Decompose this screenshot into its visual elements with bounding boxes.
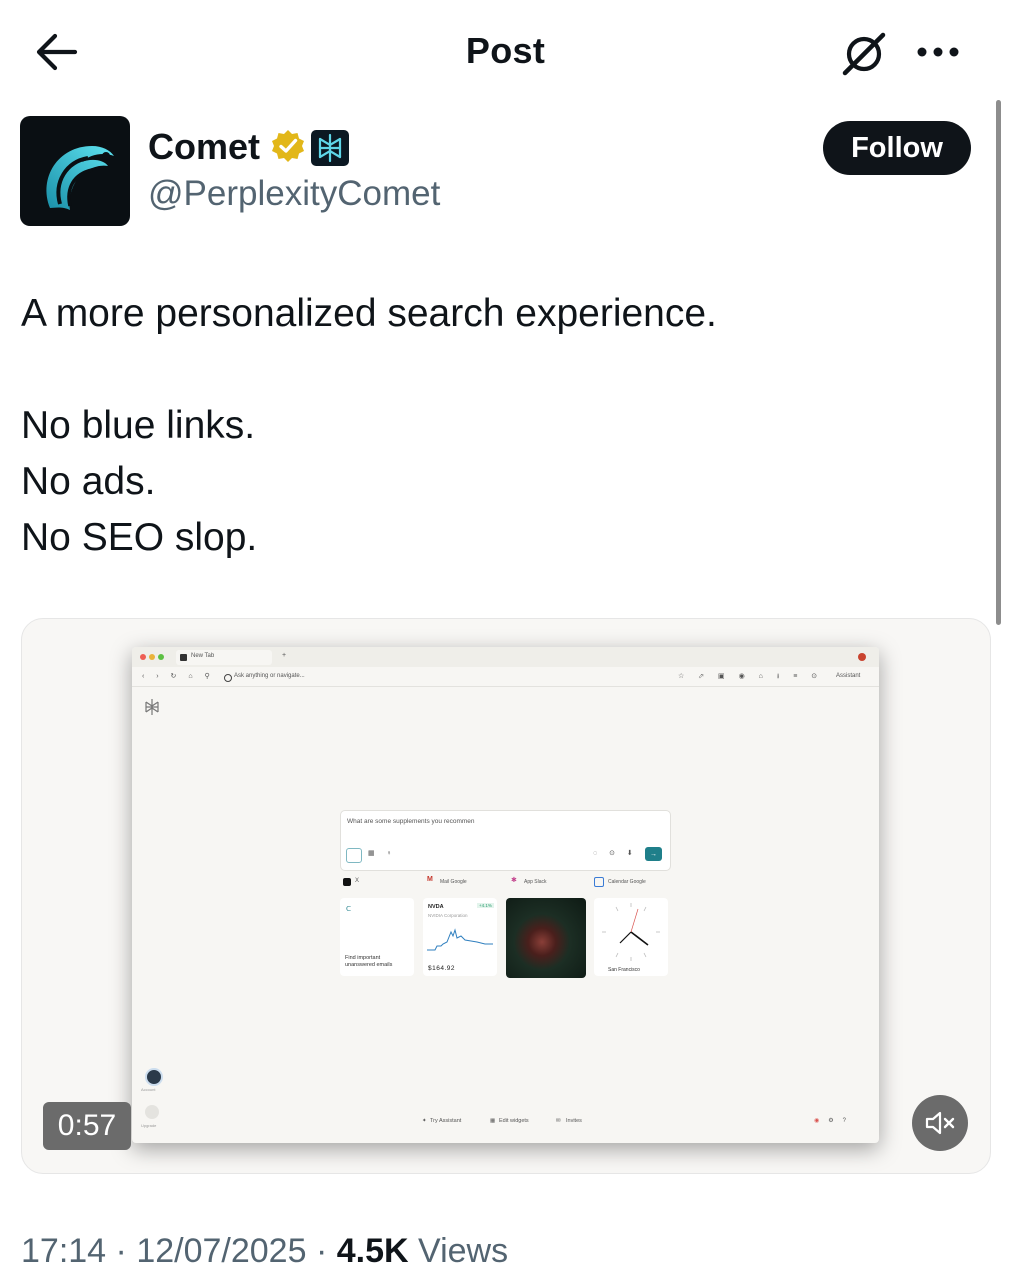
post-text-line: A more personalized search experience.	[21, 292, 717, 335]
video-frame: New Tab + ‹ › ↻ ⌂ ⚲ Ask anything or navi…	[132, 647, 879, 1143]
stock-symbol: NVDA	[428, 904, 444, 910]
upgrade-icon	[145, 1105, 159, 1119]
post-text-line: No blue links.	[21, 404, 256, 447]
search-mode-icon	[346, 848, 362, 863]
follow-button[interactable]: Follow	[823, 121, 971, 175]
tab-favicon-icon	[180, 654, 187, 661]
bottom-right-icons: ◉⚙?	[814, 1118, 855, 1124]
clock-face-icon	[602, 903, 660, 961]
search-actions-icons: ◌ ⊙ ⬇	[593, 850, 638, 857]
author-handle[interactable]: @PerplexityComet	[148, 174, 440, 214]
stock-name: NVIDIA Corporation	[428, 913, 468, 918]
post-metadata: 17:14 · 12/07/2025 · 4.5K Views	[21, 1232, 509, 1270]
window-zoom-dot	[158, 654, 164, 660]
assistant-button: Assistant	[836, 673, 861, 679]
address-globe-icon	[224, 674, 232, 682]
search-query: What are some supplements you recommen	[347, 818, 475, 825]
gmail-icon: M	[427, 876, 433, 883]
profile-dot-icon	[858, 653, 866, 661]
author-name[interactable]: Comet	[148, 126, 260, 168]
more-options-button[interactable]	[910, 30, 966, 74]
submit-icon: →	[645, 847, 662, 861]
upgrade-label: Upgrade	[141, 1123, 157, 1128]
toolbar-icons: ☆ ⬀ ▣ ◉ ⌂ ⭳ ≡ ⊙	[678, 673, 824, 680]
edit-widgets-link: Edit widgets	[499, 1118, 529, 1124]
post-time: 17:14	[21, 1232, 107, 1270]
shortcut-slack: App Slack	[524, 879, 547, 885]
shortcut-mail: Mail Google	[440, 879, 467, 885]
email-widget-text: Find important unanswered emails	[345, 955, 393, 968]
avatar[interactable]	[20, 116, 130, 226]
calendar-icon	[594, 877, 604, 887]
sparkle-icon: ✦	[422, 1118, 427, 1124]
try-assistant-link: Try Assistant	[430, 1118, 462, 1124]
perplexity-logo-icon	[145, 699, 159, 715]
scrollbar[interactable]	[996, 100, 1001, 625]
invites-link: Invites	[566, 1118, 582, 1124]
planet-widget-image	[506, 898, 586, 978]
comet-small-icon: ᑕ	[346, 906, 352, 913]
clock-city: San Francisco	[608, 967, 640, 973]
shortcut-calendar: Calendar Google	[608, 879, 646, 885]
stock-sparkline	[427, 928, 493, 951]
comet-logo-icon	[46, 146, 114, 210]
post-date: 12/07/2025	[136, 1232, 307, 1270]
search-tools-icons: ▦ ♀	[368, 850, 397, 857]
grok-icon	[842, 32, 886, 76]
ellipsis-icon	[917, 47, 959, 57]
stock-change: +4.1%	[477, 903, 494, 908]
affiliate-badge-icon[interactable]	[311, 130, 349, 166]
divider	[132, 686, 879, 687]
x-logo-icon	[343, 878, 351, 886]
new-tab-icon: +	[282, 652, 287, 659]
account-label: Account	[141, 1087, 156, 1092]
tab-title: New Tab	[191, 653, 215, 659]
window-close-dot	[140, 654, 146, 660]
video-duration: 0:57	[43, 1102, 131, 1150]
slack-icon: ✱	[511, 877, 517, 884]
window-minimize-dot	[149, 654, 155, 660]
account-avatar	[145, 1068, 163, 1086]
post-text-line: No SEO slop.	[21, 516, 258, 559]
views-count[interactable]: 4.5K	[337, 1232, 409, 1270]
grok-button[interactable]	[836, 26, 892, 82]
verified-badge-icon[interactable]	[270, 128, 306, 164]
speaker-muted-icon	[925, 1111, 955, 1135]
mute-button[interactable]	[912, 1095, 968, 1151]
post-text-line: No ads.	[21, 460, 156, 503]
grid-icon: ▦	[490, 1118, 496, 1124]
shortcut-x: X	[355, 878, 360, 884]
address-bar: Ask anything or navigate...	[234, 673, 305, 679]
views-label[interactable]: Views	[418, 1232, 508, 1270]
stock-price: $164.92	[428, 965, 455, 972]
nav-controls-icon: ‹ › ↻ ⌂ ⚲	[142, 673, 215, 680]
invite-icon: ✉	[556, 1118, 561, 1124]
